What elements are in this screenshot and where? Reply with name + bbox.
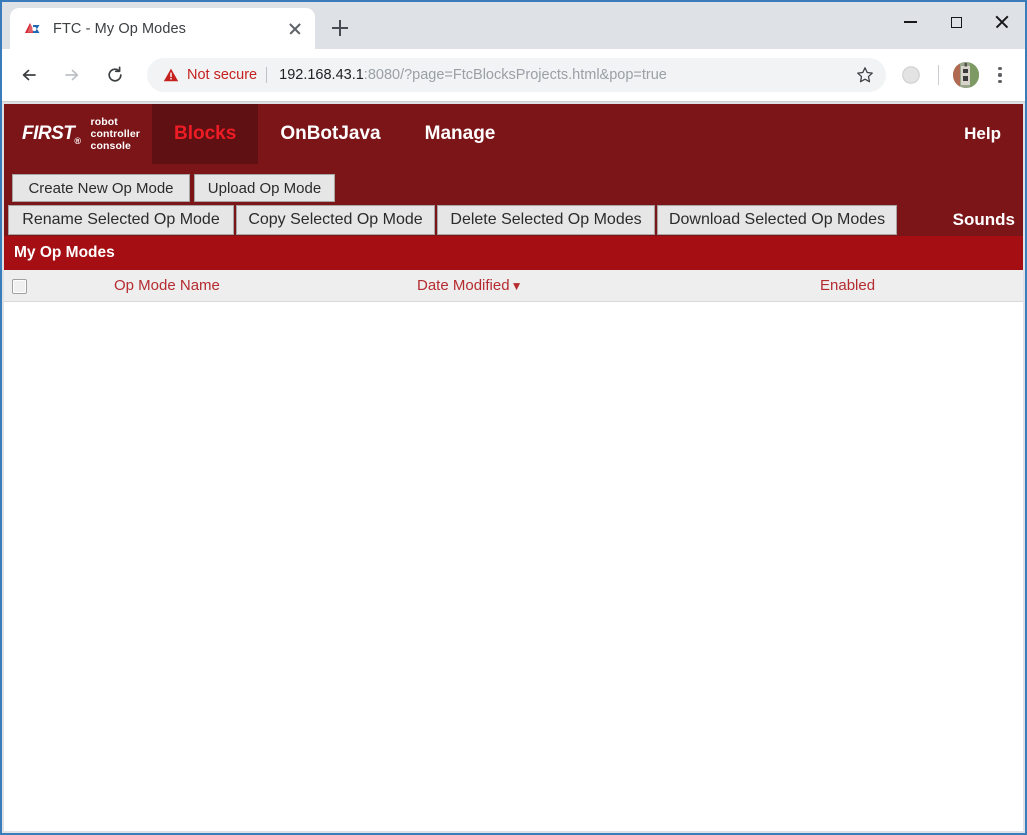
page-content: FIRST® robot controller console Blocks O… [4,104,1023,831]
brand-subtitle-line2: controller [91,128,140,140]
brand-name: FIRST® [22,123,81,146]
extension-circle-icon[interactable] [896,60,926,90]
sounds-link[interactable]: Sounds [953,205,1015,235]
browser-window: FTC - My Op Modes [0,0,1027,835]
brand-subtitle-line1: robot [91,116,118,128]
url-text: 192.168.43.1:8080/?page=FtcBlocksProject… [279,67,850,83]
column-header-enabled[interactable]: Enabled [820,270,875,301]
new-tab-button[interactable] [326,14,354,42]
close-icon [994,14,1010,30]
rename-selected-op-mode-button[interactable]: Rename Selected Op Mode [8,205,234,235]
op-modes-table-body [4,302,1023,831]
nav-tab-manage[interactable]: Manage [403,104,518,164]
brand-subtitle: robot controller console [91,116,140,152]
sort-descending-icon: ▼ [511,280,523,292]
maximize-window-button[interactable] [933,2,979,42]
op-mode-actions-toolbar: Create New Op Mode Upload Op Mode Rename… [4,164,1023,236]
column-header-op-mode-name[interactable]: Op Mode Name [114,270,220,301]
delete-selected-op-modes-button[interactable]: Delete Selected Op Modes [437,205,655,235]
address-bar[interactable]: Not secure 192.168.43.1:8080/?page=FtcBl… [147,58,886,92]
browser-tab-ftc-my-op-modes[interactable]: FTC - My Op Modes [10,8,315,49]
column-header-date-modified[interactable]: Date Modified▼ [417,270,522,301]
section-title: My Op Modes [4,236,1023,270]
ftc-first-logo-icon [24,20,42,38]
select-all-checkbox[interactable] [12,279,27,294]
close-window-button[interactable] [979,2,1025,42]
back-arrow-icon [19,65,39,85]
maximize-icon [951,17,962,28]
app-header: FIRST® robot controller console Blocks O… [4,104,1023,164]
copy-selected-op-mode-button[interactable]: Copy Selected Op Mode [236,205,435,235]
browser-menu-button[interactable] [987,60,1013,90]
reload-button[interactable] [98,58,132,92]
not-secure-label: Not secure [187,67,257,83]
registered-mark: ® [74,135,80,145]
back-button[interactable] [12,58,46,92]
user-avatar[interactable] [953,62,979,88]
nav-tab-onbotjava[interactable]: OnBotJava [258,104,402,164]
reload-icon [105,65,125,85]
tab-strip: FTC - My Op Modes [2,2,1025,49]
close-tab-icon[interactable] [283,17,307,41]
warning-triangle-icon [163,67,179,83]
minimize-icon [904,21,917,23]
minimize-window-button[interactable] [887,2,933,42]
help-link[interactable]: Help [964,104,1023,164]
window-controls [887,2,1025,42]
browser-toolbar: Not secure 192.168.43.1:8080/?page=FtcBl… [2,49,1025,102]
op-modes-table-header: Op Mode Name Date Modified▼ Enabled [4,270,1023,302]
toolbar-divider [938,65,939,85]
url-path: :8080/?page=FtcBlocksProjects.html&pop=t… [364,67,667,83]
kebab-dot [998,80,1001,83]
omnibox-divider [266,67,267,83]
url-host: 192.168.43.1 [279,67,364,83]
brand-logo: FIRST® robot controller console [4,104,152,164]
nav-tab-blocks[interactable]: Blocks [152,104,258,164]
tab-title: FTC - My Op Modes [53,21,283,37]
bookmark-star-icon[interactable] [850,60,880,90]
create-new-op-mode-button[interactable]: Create New Op Mode [12,174,190,202]
kebab-dot [998,67,1001,70]
download-selected-op-modes-button[interactable]: Download Selected Op Modes [657,205,897,235]
forward-button[interactable] [55,58,89,92]
kebab-dot [998,73,1001,76]
column-header-date-modified-label: Date Modified [417,277,510,294]
forward-arrow-icon [62,65,82,85]
upload-op-mode-button[interactable]: Upload Op Mode [194,174,335,202]
toolbar-right-icons [886,60,1015,90]
brand-subtitle-line3: console [91,140,131,152]
